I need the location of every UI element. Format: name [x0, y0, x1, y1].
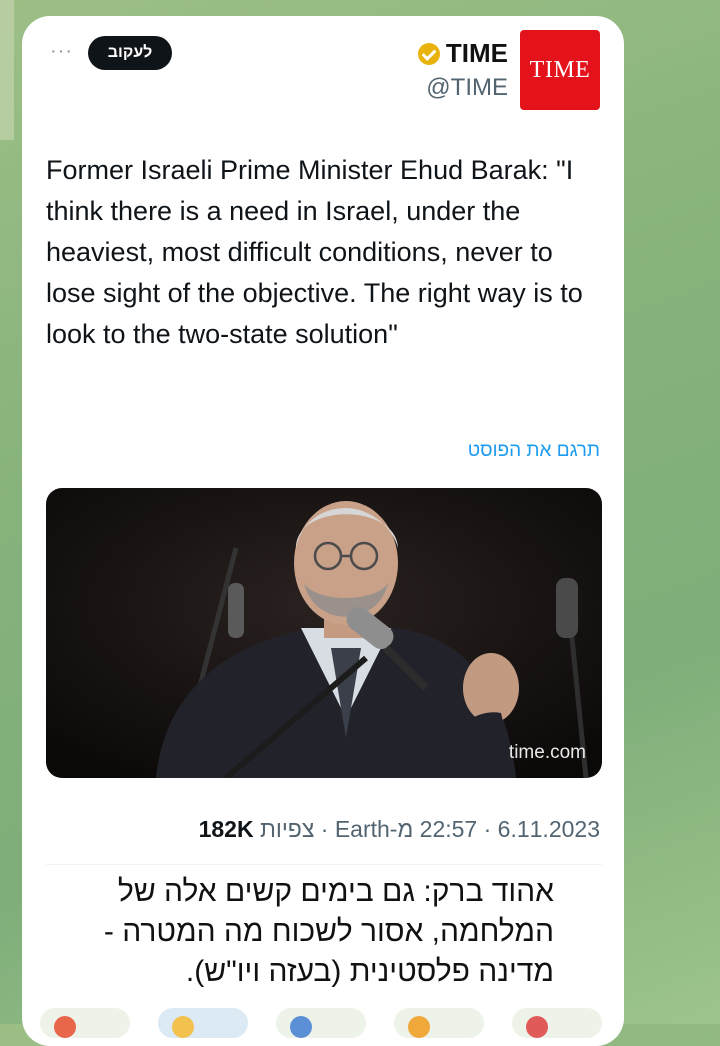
reaction-chip[interactable] [158, 1008, 248, 1038]
views-count: 182K [198, 816, 254, 842]
reaction-chip[interactable] [394, 1008, 484, 1038]
views-label: צפיות [259, 816, 315, 842]
meta-separator: · [477, 816, 492, 842]
meta-separator: · [314, 816, 329, 842]
follow-button[interactable]: לעקוב [88, 36, 172, 70]
reactions-bar [40, 1008, 602, 1038]
message-bubble: TIME TIME @TIME לעקוב ··· Former Israeli… [22, 16, 624, 1046]
account-handle[interactable]: @TIME [426, 74, 508, 102]
account-name-text: TIME [445, 38, 508, 68]
tweet-media[interactable]: time.com [46, 488, 602, 778]
reaction-chip[interactable] [512, 1008, 602, 1038]
verified-badge-icon [417, 42, 440, 65]
tweet-meta: 6.11.2023 · 22:57 מ-Earth · צפיות 182K [199, 816, 600, 843]
reaction-emoji-icon [408, 1016, 430, 1038]
reaction-emoji-icon [172, 1016, 194, 1038]
more-dots-icon[interactable]: ··· [50, 40, 73, 63]
reaction-chip[interactable] [276, 1008, 366, 1038]
tweet-time-source: 22:57 מ-Earth [334, 816, 478, 842]
account-name[interactable]: TIME [417, 38, 508, 69]
divider [46, 864, 602, 865]
background-edge [0, 0, 14, 140]
message-caption: אהוד ברק: גם בימים קשים אלה של המלחמה, א… [103, 875, 554, 988]
translate-post-link[interactable]: תרגם את הפוסט [468, 440, 600, 462]
tweet-date[interactable]: 6.11.2023 [498, 816, 600, 842]
reaction-chip[interactable] [40, 1008, 130, 1038]
reaction-emoji-icon [526, 1016, 548, 1038]
tweet-header: TIME TIME @TIME לעקוב ··· [22, 16, 624, 126]
tweet-text: Former Israeli Prime Minister Ehud Barak… [46, 155, 583, 349]
reaction-emoji-icon [290, 1016, 312, 1038]
logo-text: TIME [529, 56, 591, 83]
media-watermark: time.com [508, 742, 586, 763]
speaker-photo [46, 488, 602, 778]
time-logo[interactable]: TIME [520, 30, 600, 110]
reaction-emoji-icon [54, 1016, 76, 1038]
